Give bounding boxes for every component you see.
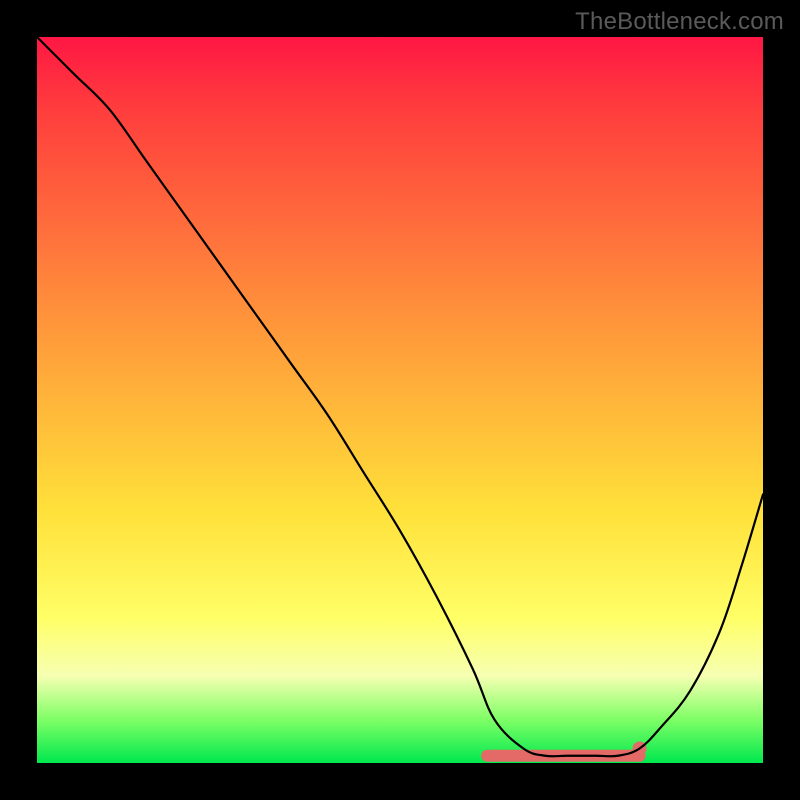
bottleneck-curve <box>37 37 763 756</box>
plot-area <box>37 37 763 763</box>
watermark-text: TheBottleneck.com <box>575 8 784 36</box>
curve-svg <box>37 37 763 763</box>
chart-frame: TheBottleneck.com <box>0 0 800 800</box>
